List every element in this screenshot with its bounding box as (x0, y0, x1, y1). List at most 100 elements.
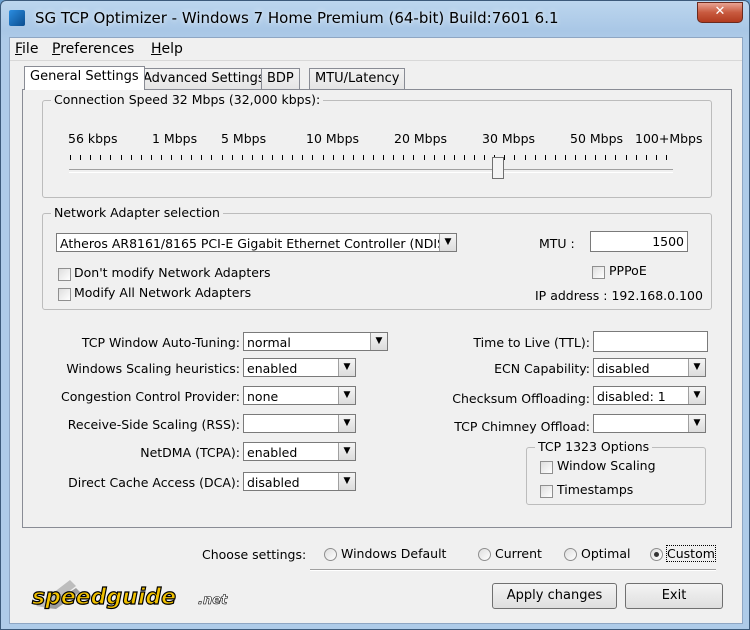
congestion-control-value: none (247, 389, 279, 404)
slider-tick (564, 155, 566, 160)
slider-tick (332, 155, 334, 160)
windows-scaling-heuristics-select[interactable]: enabled ▼ (243, 358, 356, 377)
pppoe-checkbox[interactable] (592, 266, 605, 279)
tick-label: 20 Mbps (394, 131, 448, 146)
slider-tick (362, 155, 364, 160)
exit-button[interactable]: Exit (625, 583, 723, 609)
speed-slider-thumb[interactable] (492, 157, 504, 179)
slider-tick (665, 155, 667, 160)
radio-custom-label: Custom (666, 545, 716, 562)
slider-tick (383, 155, 385, 160)
dont-modify-label: Don't modify Network Adapters (74, 265, 271, 280)
slider-tick (443, 155, 445, 160)
slider-tick (373, 155, 374, 160)
connection-speed-group: Connection Speed 32 Mbps (32,000 kbps): … (42, 92, 712, 198)
slider-tick (595, 155, 597, 160)
rss-select[interactable]: ▼ (243, 414, 356, 433)
slider-tick (575, 155, 576, 160)
network-adapter-select[interactable]: Atheros AR8161/8165 PCI-E Gigabit Ethern… (56, 233, 457, 252)
slider-tick (615, 155, 617, 160)
slider-tick (514, 155, 516, 160)
slider-tick (130, 155, 132, 160)
window-scaling-checkbox[interactable] (540, 461, 553, 474)
slider-tick (272, 155, 273, 160)
exit-label: Exit (661, 588, 687, 603)
ecn-capability-select[interactable]: disabled ▼ (593, 358, 706, 377)
tcp-chimney-offload-label: TCP Chimney Offload: (454, 419, 590, 434)
slider-tick (342, 155, 344, 160)
menu-bar: File Preferences Help (10, 38, 742, 61)
tcp-window-autotuning-select[interactable]: normal ▼ (243, 332, 388, 351)
client-area: File Preferences Help General Settings A… (9, 37, 743, 624)
dca-select[interactable]: disabled ▼ (243, 472, 356, 491)
congestion-control-select[interactable]: none ▼ (243, 386, 356, 405)
tcp-chimney-offload-select[interactable]: ▼ (593, 414, 706, 433)
menu-preferences[interactable]: Preferences (52, 41, 134, 57)
radio-optimal[interactable] (564, 548, 577, 561)
radio-current-label: Current (495, 546, 542, 561)
tcp1323-label: TCP 1323 Options (535, 439, 653, 454)
menu-help[interactable]: Help (151, 41, 183, 57)
speed-slider-track[interactable] (69, 169, 673, 173)
close-button[interactable]: ✕ (697, 2, 743, 23)
network-adapter-value: Atheros AR8161/8165 PCI-E Gigabit Ethern… (60, 236, 457, 251)
pppoe-label: PPPoE (609, 263, 647, 278)
tab-bdp[interactable]: BDP (261, 68, 300, 89)
tab-general-settings[interactable]: General Settings (24, 66, 145, 90)
general-settings-panel: Connection Speed 32 Mbps (32,000 kbps): … (22, 89, 732, 528)
apply-changes-button[interactable]: Apply changes (492, 583, 617, 609)
ttl-input[interactable] (593, 331, 708, 352)
chevron-down-icon: ▼ (370, 333, 387, 350)
tick-label: 10 Mbps (306, 131, 360, 146)
timestamps-checkbox[interactable] (540, 485, 553, 498)
slider-tick (393, 155, 395, 160)
choose-settings-label: Choose settings: (202, 547, 307, 562)
connection-speed-label: Connection Speed 32 Mbps (32,000 kbps): (51, 92, 324, 107)
slider-tick (302, 155, 304, 160)
dca-value: disabled (247, 475, 300, 490)
netdma-value: enabled (247, 445, 298, 460)
slider-tick (201, 155, 203, 160)
network-adapter-label: Network Adapter selection (51, 205, 223, 220)
netdma-label: NetDMA (TCPA): (140, 445, 240, 460)
window-scaling-label: Window Scaling (557, 458, 656, 473)
slider-tick (251, 155, 253, 160)
tab-advanced-settings[interactable]: Advanced Settings (137, 68, 271, 89)
radio-custom[interactable] (650, 548, 663, 561)
tick-label: 56 kbps (68, 131, 118, 146)
slider-tick (585, 155, 587, 160)
slider-tick (282, 155, 284, 160)
checksum-offloading-select[interactable]: disabled: 1 ▼ (593, 386, 706, 405)
chevron-down-icon: ▼ (338, 443, 355, 460)
tick-label: 5 Mbps (221, 131, 267, 146)
radio-windows-default[interactable] (324, 548, 337, 561)
slider-tick (140, 155, 142, 160)
tick-label: 30 Mbps (482, 131, 536, 146)
radio-optimal-label: Optimal (581, 546, 631, 561)
dont-modify-checkbox[interactable] (58, 268, 71, 281)
chevron-down-icon: ▼ (688, 387, 705, 404)
slider-tick (120, 155, 122, 160)
slider-tick (625, 155, 627, 160)
mtu-input[interactable]: 1500 (590, 231, 688, 252)
slider-tick (292, 155, 294, 160)
netdma-select[interactable]: enabled ▼ (243, 442, 356, 461)
chevron-down-icon: ▼ (688, 415, 705, 432)
chevron-down-icon: ▼ (338, 387, 355, 404)
radio-current[interactable] (478, 548, 491, 561)
slider-tick (645, 155, 647, 160)
menu-file[interactable]: File (15, 41, 38, 57)
modify-all-checkbox[interactable] (58, 288, 71, 301)
rss-label: Receive-Side Scaling (RSS): (67, 417, 240, 432)
slider-tick (171, 155, 172, 160)
tcp-window-autotuning-label: TCP Window Auto-Tuning: (81, 335, 240, 350)
tab-mtu-latency[interactable]: MTU/Latency (309, 68, 406, 89)
title-bar[interactable]: SG TCP Optimizer - Windows 7 Home Premiu… (1, 1, 749, 37)
slider-tick (322, 155, 324, 160)
slider-tick (181, 155, 183, 160)
apply-changes-label: Apply changes (506, 588, 603, 603)
slider-tick (504, 155, 506, 160)
chevron-down-icon: ▼ (338, 359, 355, 376)
tick-label: 100+Mbps (635, 131, 703, 146)
slider-tick (484, 155, 486, 160)
